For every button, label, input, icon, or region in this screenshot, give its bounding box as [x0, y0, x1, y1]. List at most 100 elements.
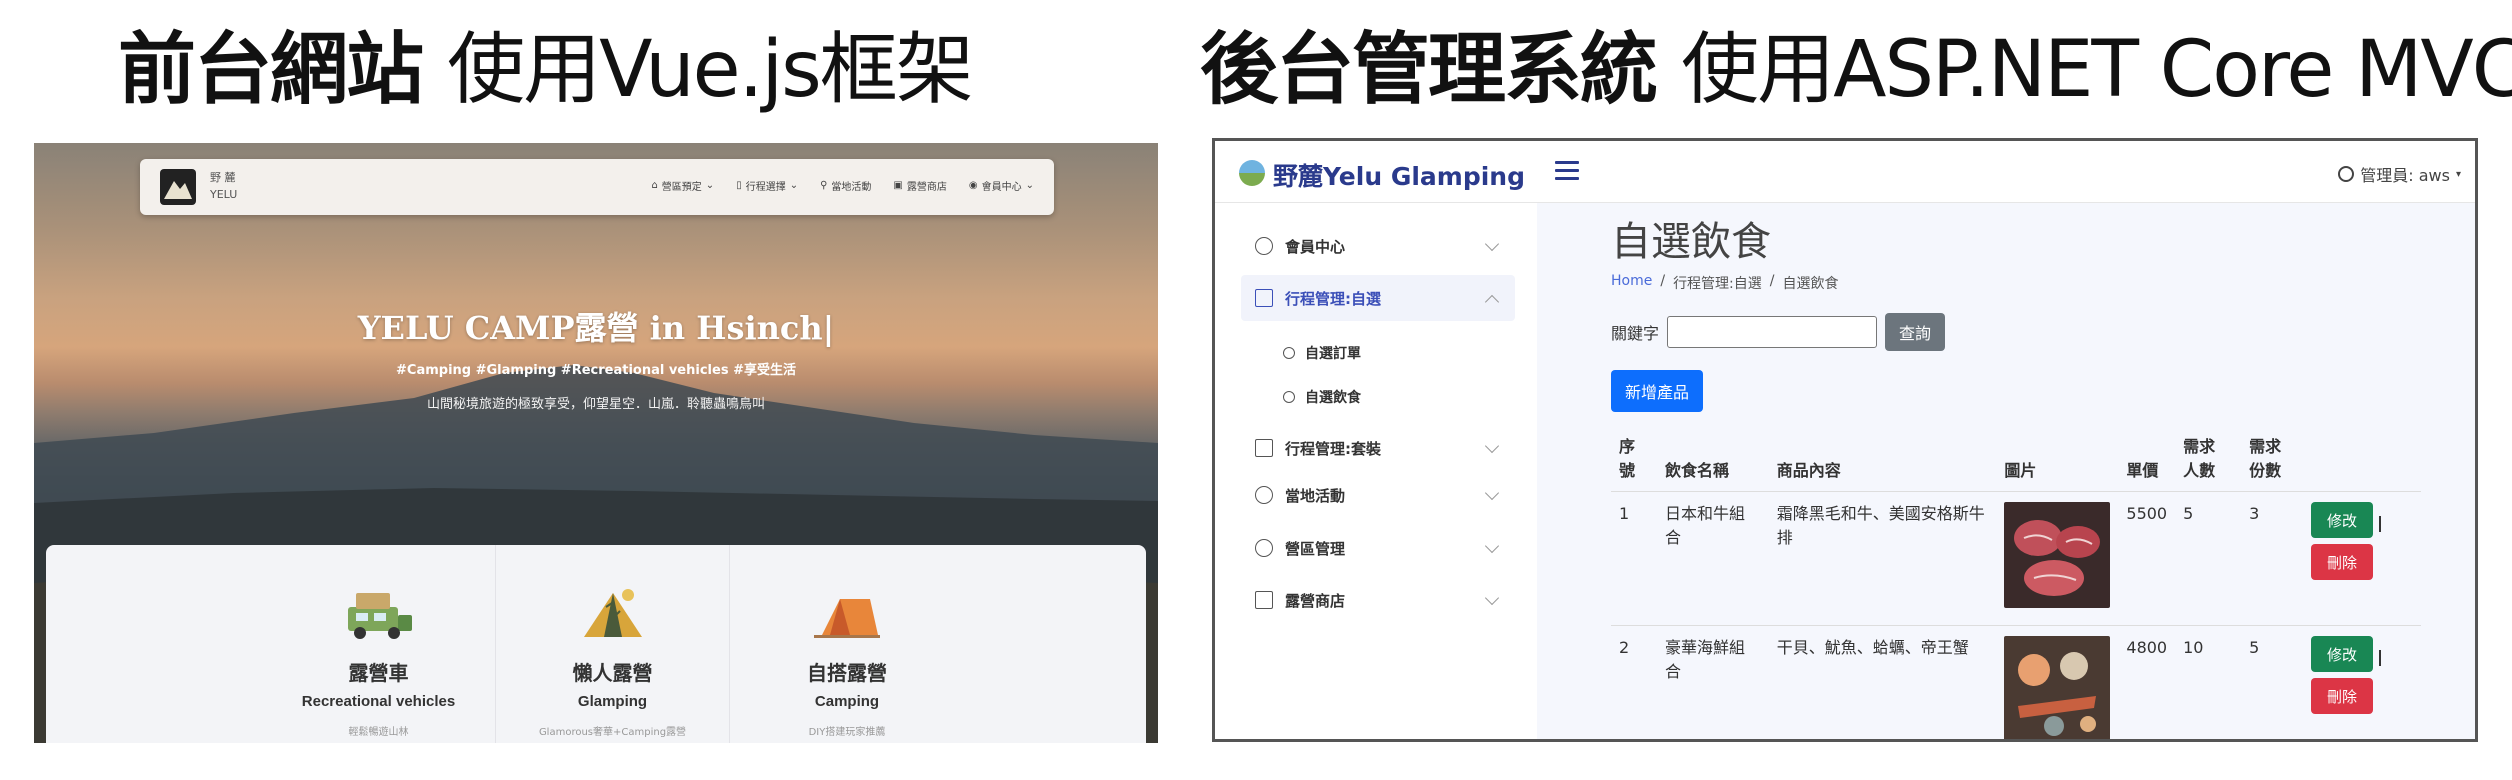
chevron-down-icon [1484, 538, 1500, 554]
cell-name: 日本和牛組合 [1656, 491, 1769, 626]
wagyu-beef-image [2004, 502, 2111, 608]
cell-actions: 修改 刪除 [2303, 491, 2421, 626]
rv-camper-icon [348, 593, 412, 639]
admin-brand[interactable]: 野麓Yelu Glamping [1273, 157, 1525, 193]
brand-name-english: YELU [210, 188, 238, 201]
chevron-up-icon [1484, 294, 1500, 310]
edit-button[interactable]: 修改 [2311, 636, 2374, 672]
edit-button[interactable]: 修改 [2311, 502, 2374, 538]
submenu-custom-food[interactable]: 自選飲食 [1283, 387, 1361, 407]
sidebar-item-camping-shop[interactable]: 露營商店 [1241, 577, 1515, 623]
breadcrumb-item: 行程管理:自選 [1673, 276, 1762, 292]
front-navbar: 野 麓 YELU ⌂ 營區預定 ⌄ ▯ 行程選擇 ⌄ ⚲ 當地活動 ▣ 露營商店 ◉ 會員中心… [140, 159, 1054, 215]
chevron-down-icon: ⌄ [789, 180, 799, 191]
user-circle-icon [2338, 166, 2355, 182]
header-people: 需求人數 [2175, 431, 2242, 492]
chevron-down-icon: ⌄ [705, 180, 715, 191]
cell-actions: 修改 刪除 [2303, 625, 2421, 739]
keyword-input[interactable] [1667, 316, 1878, 348]
nav-item-local-activities[interactable]: ⚲ 當地活動 [820, 178, 871, 193]
sidebar-item-member-center[interactable]: 會員中心 [1241, 223, 1515, 269]
person-icon [1255, 539, 1273, 557]
admin-sidebar: 會員中心 行程管理:自選 自選訂單 自選飲食 行程管理:套裝 當地活動 營區管理… [1215, 203, 1537, 739]
cell-price: 5500 [2118, 491, 2176, 626]
admin-system-preview: 野麓Yelu Glamping 管理員: aws ▾ 會員中心 行程管理:自選 … [1212, 138, 2478, 742]
user-label: 管理員: aws [2360, 166, 2450, 185]
card-desc: Glamorous奢華+Camping露營 [538, 727, 687, 738]
card-desc: 輕鬆暢遊山林 [348, 727, 409, 738]
admin-main-content: 自選飲食 Home / 行程管理:自選 / 自選飲食 關鍵字 查詢 新增產品 序… [1537, 203, 2475, 739]
card-desc: DIY搭建玩家推薦 [808, 727, 886, 738]
search-form: 關鍵字 查詢 [1611, 313, 1946, 351]
card-title: 露營車 [348, 661, 409, 685]
card-title: 自搭露營 [807, 661, 887, 685]
user-dropdown[interactable]: 管理員: aws ▾ [2338, 162, 2461, 186]
home-icon: ⌂ [651, 180, 658, 191]
delete-button[interactable]: 刪除 [2311, 678, 2374, 714]
card-rv[interactable]: 露營車 Recreational vehicles 輕鬆暢遊山林 [262, 545, 496, 743]
cell-no: 2 [1611, 625, 1657, 739]
card-camping[interactable]: 自搭露營 Camping DIY搭建玩家推薦 [730, 545, 964, 743]
table-header-row: 序號 飲食名稱 商品內容 圖片 單價 需求人數 需求份數 [1611, 431, 2421, 492]
cell-content: 霜降黑毛和牛、美國安格斯牛排 [1768, 491, 1997, 626]
header-portions: 需求份數 [2241, 431, 2304, 492]
search-button[interactable]: 查詢 [1885, 313, 1946, 351]
cell-people: 10 [2175, 625, 2242, 739]
cell-portions: 5 [2241, 625, 2304, 739]
cell-portions: 3 [2241, 491, 2304, 626]
admin-heading: 後台管理系統 使用ASP.NET Core MVC [1200, 20, 2512, 120]
cell-people: 5 [2175, 491, 2242, 626]
seafood-platter-image [2004, 636, 2111, 739]
nav-item-campsite-booking[interactable]: ⌂ 營區預定 ⌄ [651, 178, 714, 193]
map-icon: ▯ [736, 180, 742, 191]
sidebar-item-package-itinerary[interactable]: 行程管理:套裝 [1241, 425, 1515, 471]
table-row: 2 豪華海鮮組合 干貝、魷魚、蛤蠣、帝王蟹 4800 10 5 修改 刪除 [1611, 625, 2421, 739]
front-nav-menu: ⌂ 營區預定 ⌄ ▯ 行程選擇 ⌄ ⚲ 當地活動 ▣ 露營商店 ◉ 會員中心 ⌄ [651, 178, 1034, 193]
chevron-down-icon [1484, 485, 1500, 501]
card-english: Recreational vehicles [301, 693, 456, 710]
yelu-logo-icon[interactable] [160, 169, 196, 205]
header-actions [2303, 431, 2421, 492]
circle-icon [1283, 347, 1295, 359]
card-english: Glamping [577, 693, 648, 710]
sidebar-item-custom-itinerary[interactable]: 行程管理:自選 [1241, 275, 1515, 321]
front-site-preview: 野 麓 YELU ⌂ 營區預定 ⌄ ▯ 行程選擇 ⌄ ⚲ 當地活動 ▣ 露營商店 ◉ 會員中心… [34, 143, 1158, 743]
sidebar-item-local-activities[interactable]: 當地活動 [1241, 472, 1515, 518]
sidebar-item-campsite-management[interactable]: 營區管理 [1241, 525, 1515, 571]
breadcrumb-home-link[interactable]: Home [1611, 273, 1652, 293]
chevron-down-icon: ⌄ [1025, 180, 1034, 191]
hero-tags: #Camping #Glamping #Recreational vehicle… [396, 363, 796, 378]
nav-item-member-center[interactable]: ◉ 會員中心 ⌄ [969, 178, 1034, 193]
chevron-down-icon [1484, 236, 1500, 252]
user-icon: ◉ [968, 180, 978, 191]
header-content: 商品內容 [1768, 431, 1997, 492]
shop-icon: ▣ [893, 180, 903, 191]
header-image: 圖片 [1996, 431, 2119, 492]
nav-item-camping-shop[interactable]: ▣ 露營商店 [893, 178, 946, 193]
page-title: 自選飲食 [1611, 219, 1771, 265]
add-product-button[interactable]: 新增產品 [1611, 370, 1704, 412]
submenu-custom-orders[interactable]: 自選訂單 [1283, 343, 1361, 363]
table-row: 1 日本和牛組合 霜降黑毛和牛、美國安格斯牛排 5500 5 3 修改 刪除 [1611, 491, 2421, 626]
header-no: 序號 [1611, 431, 1657, 492]
cell-image [1996, 625, 2119, 739]
people-icon [1255, 486, 1273, 504]
cell-name: 豪華海鮮組合 [1656, 625, 1769, 739]
header-price: 單價 [2118, 431, 2176, 492]
nav-item-itinerary[interactable]: ▯ 行程選擇 ⌄ [736, 178, 798, 193]
camping-tent-icon [814, 599, 880, 638]
card-glamping[interactable]: 懶人露營 Glamping Glamorous奢華+Camping露營 [496, 545, 730, 743]
header-name: 飲食名稱 [1656, 431, 1769, 492]
hamburger-menu-icon[interactable] [1555, 159, 1581, 183]
admin-heading-bold: 後台管理系統 [1200, 25, 1658, 115]
document-icon [1255, 289, 1273, 307]
breadcrumb: Home / 行程管理:自選 / 自選飲食 [1611, 273, 1839, 293]
search-label: 關鍵字 [1611, 324, 1660, 343]
hero-title: YELU CAMP露營 in Hsinch| [357, 309, 835, 347]
delete-button[interactable]: 刪除 [2311, 544, 2374, 580]
card-title: 懶人露營 [572, 661, 653, 685]
food-table: 序號 飲食名稱 商品內容 圖片 單價 需求人數 需求份數 1 日本和牛組合 霜降… [1611, 431, 2421, 739]
caret-down-icon: ▾ [2455, 168, 2461, 180]
card-english: Camping [814, 693, 880, 710]
glamping-tent-icon [584, 589, 642, 637]
